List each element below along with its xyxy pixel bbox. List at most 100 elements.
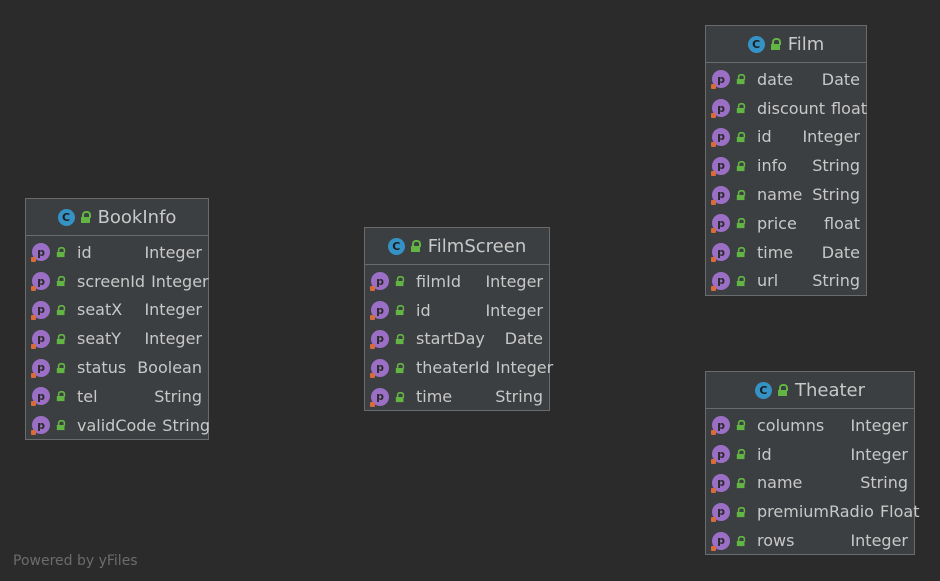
public-lock-icon (736, 189, 746, 200)
public-lock-icon (736, 247, 746, 258)
field-row[interactable]: p price float (706, 209, 866, 238)
field-name: url (757, 271, 779, 291)
public-lock-icon (736, 103, 746, 114)
powered-by-label: Powered by yFiles (13, 553, 138, 569)
class-box-bookinfo[interactable]: C BookInfo p id Integer p screenId Integer p… (25, 198, 211, 440)
field-name: seatX (77, 300, 123, 320)
field-name: validCode (77, 415, 157, 435)
public-lock-icon (395, 333, 405, 345)
field-row[interactable]: p validCode String (26, 411, 211, 440)
field-type: Date (821, 69, 860, 89)
field-type: Integer (151, 271, 209, 291)
public-lock-icon (736, 449, 746, 460)
field-row[interactable]: p id Integer (365, 296, 549, 325)
field-name: name (757, 185, 803, 205)
public-lock-icon (736, 477, 746, 489)
field-name: filmId (416, 271, 461, 291)
field-name: info (757, 156, 788, 176)
property-icon: p (711, 416, 730, 436)
public-lock-icon (736, 275, 746, 287)
field-row[interactable]: p id Integer (26, 238, 208, 267)
field-row[interactable]: p discount float (706, 94, 867, 123)
field-name: id (757, 444, 772, 464)
field-row[interactable]: p time String (365, 382, 549, 411)
public-lock-icon (56, 247, 66, 258)
class-name: FilmScreen (427, 235, 527, 257)
field-row[interactable]: p info String (706, 151, 866, 180)
field-name: price (757, 213, 797, 233)
field-row[interactable]: p premiumRadio Float (706, 497, 919, 526)
field-row[interactable]: p date Date (706, 65, 866, 94)
public-lock-icon (56, 304, 66, 316)
field-name: startDay (416, 329, 485, 349)
field-row[interactable]: p theaterId Integer (365, 353, 553, 382)
class-name: Theater (794, 379, 866, 401)
class-box-film[interactable]: C Film p date Date p discount float p id Integ… (705, 25, 867, 296)
field-row[interactable]: p time Date (706, 238, 866, 267)
public-lock-icon (56, 362, 66, 373)
field-row[interactable]: p columns Integer (706, 411, 914, 440)
field-row[interactable]: p rows Integer (706, 526, 914, 555)
field-row[interactable]: p seatX Integer (26, 296, 208, 325)
field-name: id (757, 127, 772, 147)
field-type: String (154, 386, 202, 406)
property-icon: p (31, 329, 50, 349)
public-lock-icon (56, 276, 66, 287)
field-type: String (495, 387, 543, 407)
property-icon: p (370, 358, 389, 378)
public-lock-icon (56, 333, 66, 344)
field-name: columns (757, 415, 825, 435)
field-name: rows (757, 531, 795, 551)
property-icon: p (711, 473, 730, 493)
field-type: Integer (485, 300, 543, 320)
field-type: Integer (802, 127, 860, 147)
class-name: BookInfo (97, 206, 177, 228)
public-lock-icon (395, 391, 405, 402)
class-box-theater[interactable]: C Theater p columns Integer p id Integer p na… (705, 371, 919, 555)
field-row[interactable]: p name String (706, 180, 866, 209)
property-icon: p (370, 301, 389, 321)
class-icon: C (754, 381, 772, 399)
class-box-filmscreen[interactable]: C FilmScreen p filmId Integer p id Integer p… (364, 227, 553, 411)
field-row[interactable]: p url String (706, 267, 866, 296)
field-type: Integer (144, 242, 202, 262)
field-name: name (757, 473, 803, 493)
public-lock-icon (395, 362, 405, 373)
field-row[interactable]: p tel String (26, 382, 208, 411)
field-row[interactable]: p seatY Integer (26, 324, 208, 353)
property-icon: p (31, 243, 50, 263)
public-lock-icon (736, 131, 746, 143)
field-name: id (77, 242, 92, 262)
property-icon: p (711, 243, 730, 263)
class-icon: C (747, 35, 765, 53)
field-row[interactable]: p id Integer (706, 440, 914, 469)
public-lock-icon (777, 384, 789, 396)
field-row[interactable]: p startDay Date (365, 325, 549, 354)
property-icon: p (711, 214, 730, 234)
property-icon: p (711, 445, 730, 465)
field-row[interactable]: p filmId Integer (365, 267, 549, 296)
public-lock-icon (736, 420, 746, 431)
field-row[interactable]: p id Integer (706, 123, 866, 152)
property-icon: p (711, 127, 730, 147)
field-name: date (757, 69, 794, 89)
property-icon: p (31, 416, 50, 436)
field-type: Integer (144, 300, 202, 320)
field-type: Integer (144, 329, 202, 349)
public-lock-icon (770, 38, 782, 50)
field-name: status (77, 358, 127, 378)
property-icon: p (711, 531, 730, 551)
public-lock-icon (80, 211, 92, 223)
property-icon: p (370, 329, 389, 349)
field-name: discount (757, 98, 826, 118)
field-type: Boolean (137, 358, 202, 378)
field-name: seatY (77, 329, 122, 349)
field-row[interactable]: p screenId Integer (26, 267, 209, 296)
property-icon: p (711, 70, 730, 90)
field-type: Date (504, 329, 543, 349)
public-lock-icon (736, 535, 746, 546)
field-row[interactable]: p name String (706, 469, 914, 498)
field-row[interactable]: p status Boolean (26, 353, 208, 382)
field-type: String (162, 415, 211, 435)
public-lock-icon (736, 506, 746, 517)
